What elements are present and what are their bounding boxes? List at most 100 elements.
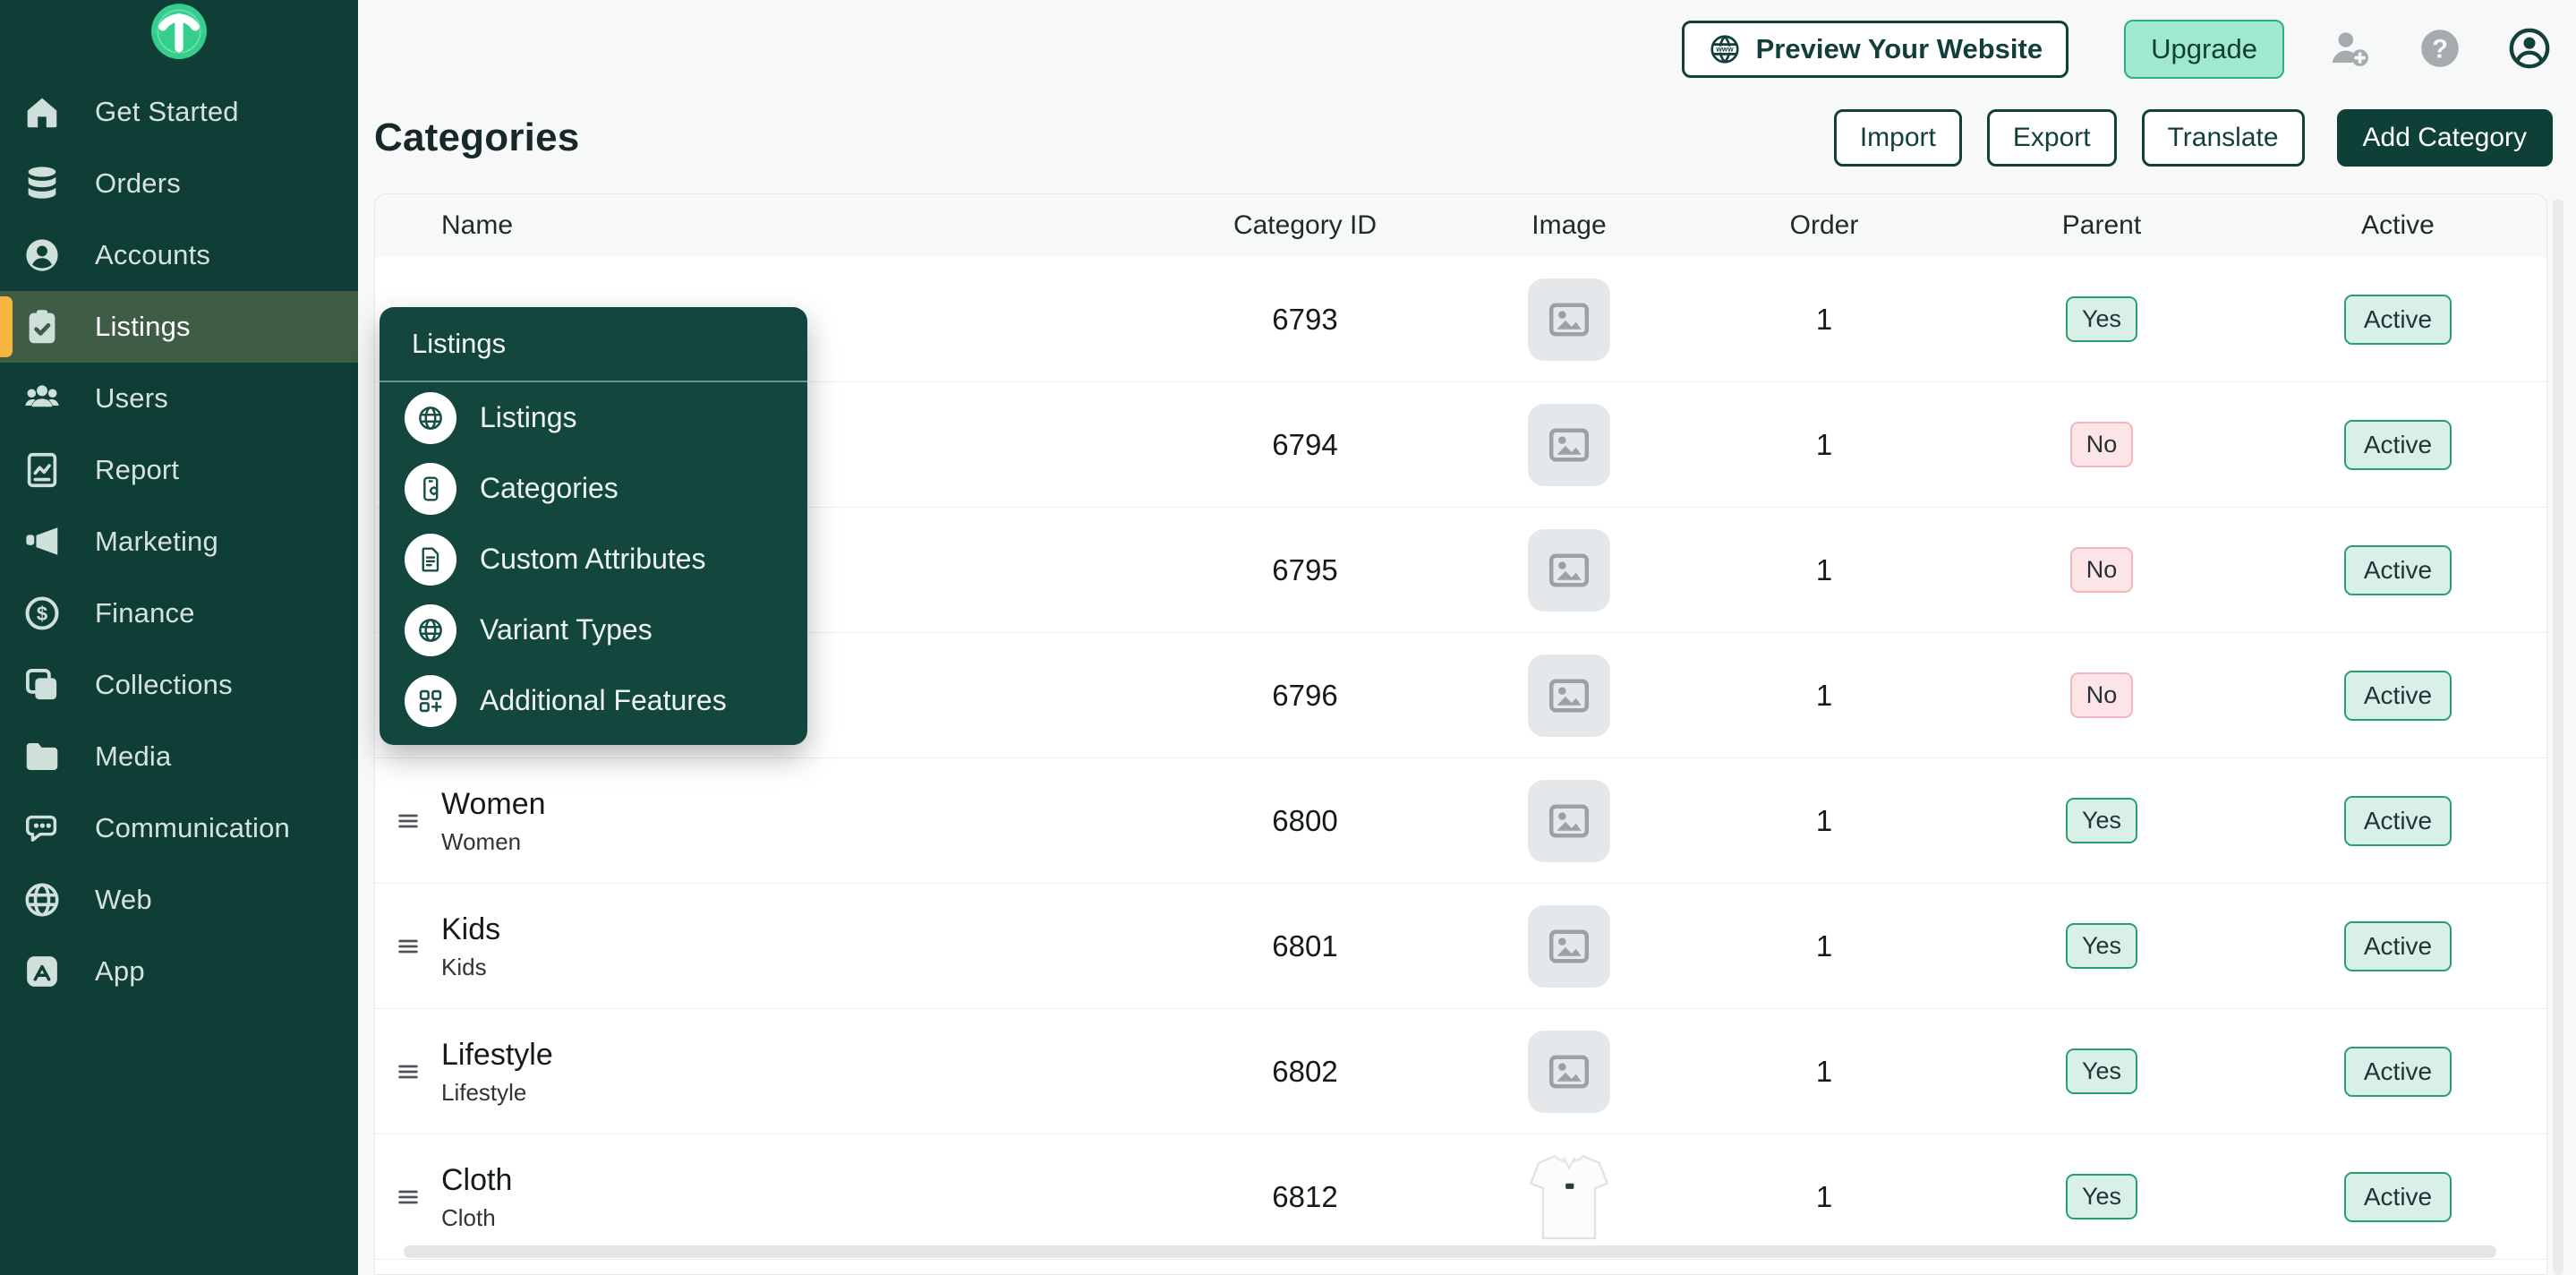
sidebar-item-orders[interactable]: Orders [0, 148, 358, 219]
parent-cell: Yes [1954, 798, 2249, 843]
image-cell [1444, 655, 1694, 737]
active-cell: Active [2249, 796, 2546, 846]
horizontal-scrollbar[interactable] [404, 1245, 2496, 1258]
image-placeholder [1528, 1031, 1610, 1113]
sidebar-item-label: Report [95, 454, 179, 486]
sidebar-item-label: Finance [95, 597, 195, 629]
flyout-item-additional-features[interactable]: Additional Features [380, 665, 807, 736]
category-id: 6802 [1166, 1055, 1444, 1089]
parent-cell: Yes [1954, 923, 2249, 969]
flyout-item-listings[interactable]: Listings [380, 382, 807, 453]
sidebar-item-finance[interactable]: $ Finance [0, 578, 358, 649]
svg-text:www: www [1715, 46, 1734, 54]
category-order: 1 [1694, 428, 1954, 462]
category-order: 1 [1694, 1055, 1954, 1089]
sidebar-item-media[interactable]: Media [0, 721, 358, 792]
parent-badge: Yes [2066, 296, 2137, 342]
web-icon [21, 879, 63, 920]
sidebar-item-accounts[interactable]: Accounts [0, 219, 358, 291]
active-cell: Active [2249, 671, 2546, 721]
parent-badge: No [2070, 547, 2134, 593]
app-icon [21, 951, 63, 992]
sidebar-item-users[interactable]: Users [0, 363, 358, 434]
active-cell: Active [2249, 1047, 2546, 1097]
users-icon [21, 378, 63, 419]
table-row[interactable]: WomenWomen68001YesActive [375, 758, 2546, 884]
category-name: Cloth [441, 1163, 1166, 1198]
add-category-button[interactable]: Add Category [2337, 109, 2553, 167]
drag-handle-icon[interactable] [395, 1184, 422, 1211]
status-badge: Active [2344, 671, 2452, 721]
title-row: Categories ImportExportTranslateAdd Cate… [358, 79, 2576, 167]
category-id: 6796 [1166, 679, 1444, 713]
page-actions: Import Export Translate Add Category [1834, 109, 2553, 167]
export-button[interactable]: Export [1987, 109, 2117, 167]
grid-plus-icon [405, 675, 456, 727]
sidebar-item-web[interactable]: Web [0, 864, 358, 936]
globe-icon [405, 604, 456, 656]
category-order: 1 [1694, 679, 1954, 713]
svg-text:?: ? [2432, 35, 2448, 64]
profile-button[interactable] [2506, 26, 2553, 73]
drag-handle-icon[interactable] [395, 933, 422, 960]
vertical-scrollbar[interactable] [2553, 199, 2563, 1275]
sidebar-item-label: Listings [95, 311, 191, 343]
preview-website-label: Preview Your Website [1756, 33, 2043, 65]
category-subtitle: Kids [441, 954, 1166, 980]
sidebar-item-collections[interactable]: Collections [0, 649, 358, 721]
drag-handle-icon[interactable] [395, 808, 422, 834]
category-order: 1 [1694, 1180, 1954, 1214]
category-name: Kids [441, 912, 1166, 947]
sidebar-item-label: Get Started [95, 96, 239, 128]
handle-cell [375, 1184, 441, 1211]
table-row[interactable]: ClothCloth68121YesActive [375, 1134, 2546, 1260]
flyout-item-categories[interactable]: Categories [380, 453, 807, 524]
active-cell: Active [2249, 1172, 2546, 1222]
column-header-parent: Parent [1954, 210, 2249, 241]
sidebar-item-label: Communication [95, 812, 290, 844]
upgrade-button[interactable]: Upgrade [2124, 20, 2284, 79]
category-name: Women [441, 787, 1166, 822]
sidebar-item-app[interactable]: App [0, 936, 358, 1007]
sidebar: Get Started OrdersAccounts Listings Users Re… [0, 0, 358, 1275]
flyout-item-label: Listings [480, 401, 577, 434]
name-cell: ClothCloth [441, 1163, 1166, 1231]
active-cell: Active [2249, 420, 2546, 470]
handle-cell [375, 1058, 441, 1085]
communication-icon [21, 808, 63, 849]
parent-cell: Yes [1954, 1048, 2249, 1094]
translate-button[interactable]: Translate [2142, 109, 2305, 167]
app-logo[interactable] [0, 0, 358, 61]
sidebar-item-label: Users [95, 382, 168, 415]
sidebar-item-label: Web [95, 884, 152, 916]
sidebar-item-report[interactable]: Report [0, 434, 358, 506]
image-cell [1444, 1145, 1694, 1249]
preview-website-button[interactable]: www Preview Your Website [1682, 21, 2068, 78]
active-cell: Active [2249, 295, 2546, 345]
column-header-category-id: Category ID [1166, 210, 1444, 241]
sidebar-item-marketing[interactable]: Marketing [0, 506, 358, 578]
sidebar-item-listings[interactable]: Listings [0, 291, 358, 363]
table-row[interactable]: KidsKids68011YesActive [375, 884, 2546, 1009]
import-button[interactable]: Import [1834, 109, 1962, 167]
sidebar-item-get-started[interactable]: Get Started [0, 76, 358, 148]
help-button[interactable]: ? [2417, 26, 2463, 73]
table-row[interactable]: LifestyleLifestyle68021YesActive [375, 1009, 2546, 1134]
drag-handle-icon[interactable] [395, 1058, 422, 1085]
sidebar-item-label: Marketing [95, 526, 218, 558]
column-header-active: Active [2249, 210, 2546, 241]
image-cell [1444, 404, 1694, 486]
parent-cell: Yes [1954, 296, 2249, 342]
flyout-item-variant-types[interactable]: Variant Types [380, 595, 807, 665]
sidebar-item-communication[interactable]: Communication [0, 792, 358, 864]
image-placeholder [1528, 780, 1610, 862]
svg-text:$: $ [37, 603, 47, 625]
parent-badge: Yes [2066, 1048, 2137, 1094]
flyout-item-custom-attributes[interactable]: Custom Attributes [380, 524, 807, 595]
status-badge: Active [2344, 1047, 2452, 1097]
media-icon [21, 736, 63, 777]
parent-cell: No [1954, 672, 2249, 718]
add-user-button[interactable] [2327, 26, 2374, 73]
column-header-name: Name [441, 210, 1166, 241]
category-image [1525, 1145, 1613, 1249]
